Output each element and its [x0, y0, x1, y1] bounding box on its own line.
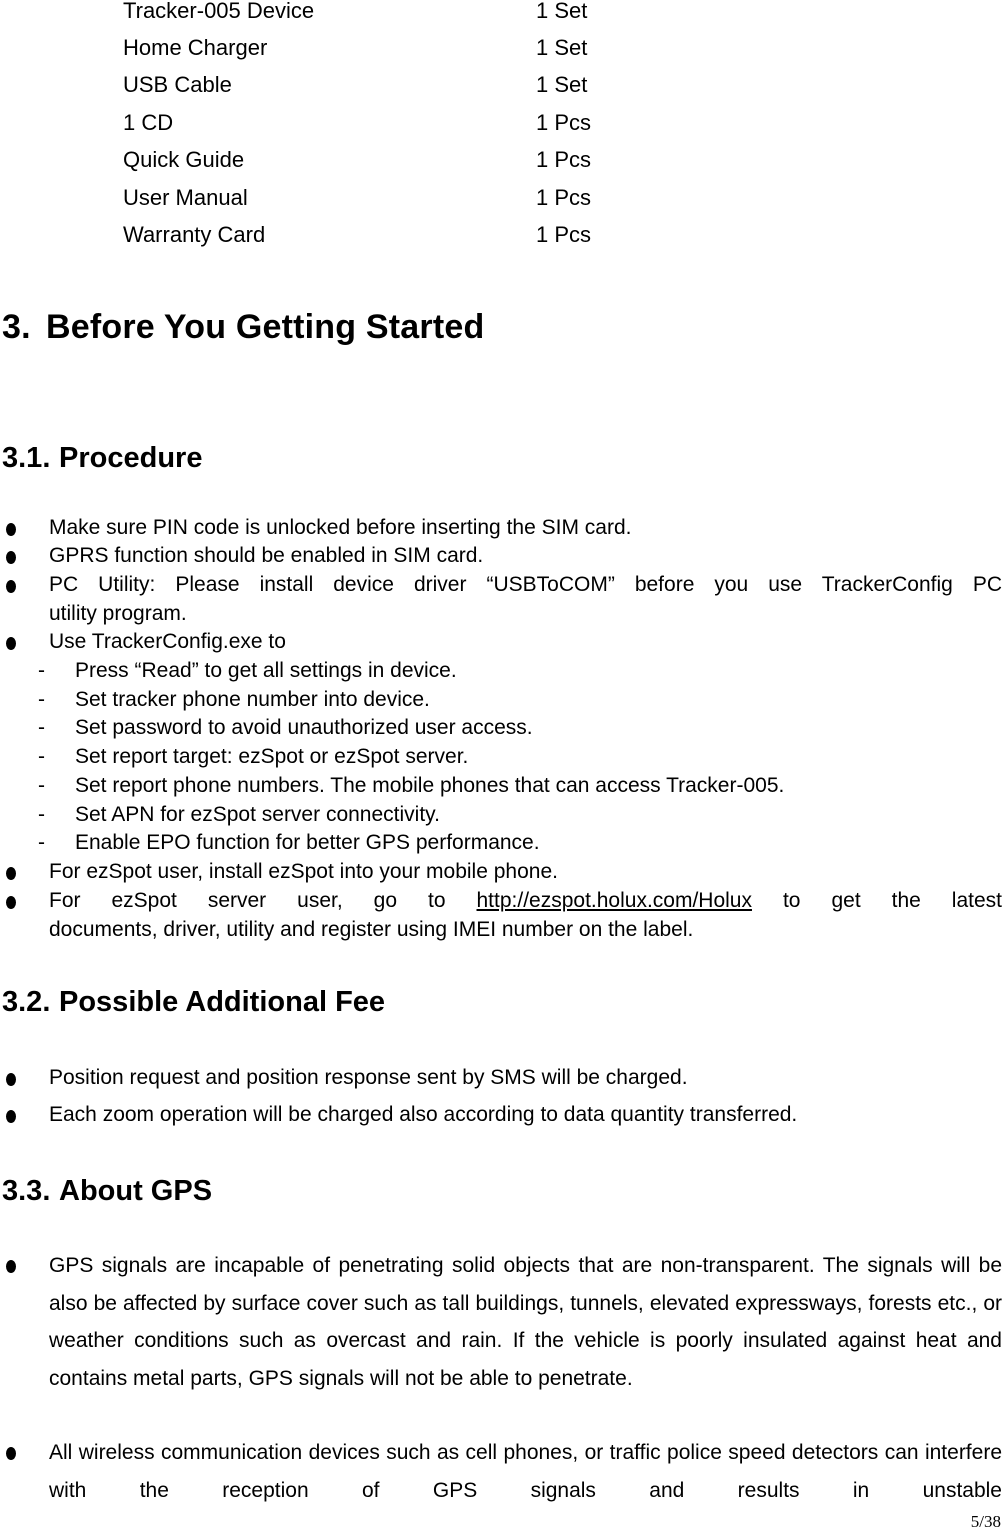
sub-list-item: Set APN for ezSpot server connectivity.	[75, 803, 440, 826]
list-item: GPS signals are incapable of penetrating…	[49, 1254, 1002, 1390]
package-item-name: Tracker-005 Device	[123, 0, 315, 23]
page-number: 5/38	[970, 1512, 1001, 1531]
section-number: 3.1.	[2, 442, 51, 474]
dash-marker: -	[38, 716, 45, 739]
section-3-3-heading: 3.3. About GPS	[2, 1175, 212, 1208]
package-item-name: Warranty Card	[123, 222, 266, 247]
section-3-1-heading: 3.1. Procedure	[2, 442, 202, 475]
package-item-qty: 1 Pcs	[536, 185, 592, 210]
package-item-name: USB Cable	[123, 72, 232, 97]
section-number: 3.	[2, 308, 31, 346]
list-item: GPRS function should be enabled in SIM c…	[49, 544, 484, 567]
section-title: Possible Additional Fee	[59, 986, 386, 1018]
dash-marker: -	[38, 745, 45, 768]
bullet-icon	[6, 1110, 16, 1123]
list-item: Position request and position response s…	[49, 1066, 688, 1089]
bullet-icon	[6, 551, 16, 564]
dash-marker: -	[38, 659, 45, 682]
list-item: For ezSpot server user, go to http://ezs…	[49, 889, 1002, 913]
sub-list-item: Set report target: ezSpot or ezSpot serv…	[75, 745, 469, 768]
bullet-icon	[6, 580, 16, 593]
section-number: 3.3.	[2, 1175, 51, 1207]
server-user-text-after: to get the latest	[782, 889, 1002, 912]
sub-list-item: Set tracker phone number into device.	[75, 688, 430, 711]
package-item-qty: 1 Set	[536, 72, 588, 97]
list-item: Each zoom operation will be charged also…	[49, 1103, 798, 1126]
section-3-2-heading: 3.2. Possible Additional Fee	[2, 986, 385, 1019]
dash-marker: -	[38, 688, 45, 711]
sub-list-item: Press “Read” to get all settings in devi…	[75, 659, 457, 682]
list-item: All wireless communication devices such …	[49, 1441, 1002, 1502]
bullet-icon	[6, 1447, 16, 1460]
list-item-continuation: utility program.	[49, 602, 187, 625]
bullet-icon	[6, 867, 16, 880]
list-item: Use TrackerConfig.exe to	[49, 630, 286, 653]
package-item-name: Home Charger	[123, 35, 268, 60]
bullet-icon	[6, 896, 16, 909]
sub-list-item: Set report phone numbers. The mobile pho…	[75, 774, 785, 797]
section-3-heading: 3. Before You Getting Started	[2, 308, 484, 347]
section-title: Procedure	[59, 442, 203, 474]
ezspot-link[interactable]: http://ezspot.holux.com/Holux	[477, 889, 752, 912]
package-item-qty: 1 Pcs	[536, 147, 592, 172]
sub-list-item: Set password to avoid unauthorized user …	[75, 716, 533, 739]
section-title: About GPS	[59, 1175, 213, 1207]
dash-marker: -	[38, 803, 45, 826]
package-item-name: 1 CD	[123, 110, 174, 135]
server-user-text: For ezSpot server user, go to	[49, 889, 446, 912]
package-item-qty: 1 Set	[536, 0, 588, 23]
dash-marker: -	[38, 774, 45, 797]
package-item-qty: 1 Set	[536, 35, 588, 60]
list-item: For ezSpot user, install ezSpot into you…	[49, 860, 558, 883]
bullet-icon	[6, 1073, 16, 1086]
package-item-name: User Manual	[123, 185, 248, 210]
list-item-continuation: documents, driver, utility and register …	[49, 918, 694, 941]
bullet-icon	[6, 523, 16, 536]
sub-list-item: Enable EPO function for better GPS perfo…	[75, 831, 540, 854]
package-item-qty: 1 Pcs	[536, 222, 592, 247]
section-title: Before You Getting Started	[46, 308, 485, 346]
list-item: PC Utility: Please install device driver…	[49, 573, 1002, 596]
section-number: 3.2.	[2, 986, 51, 1018]
package-item-name: Quick Guide	[123, 147, 245, 172]
dash-marker: -	[38, 831, 45, 854]
package-item-qty: 1 Pcs	[536, 110, 592, 135]
bullet-icon	[6, 637, 16, 650]
list-item: Make sure PIN code is unlocked before in…	[49, 516, 632, 539]
bullet-icon	[6, 1260, 16, 1273]
